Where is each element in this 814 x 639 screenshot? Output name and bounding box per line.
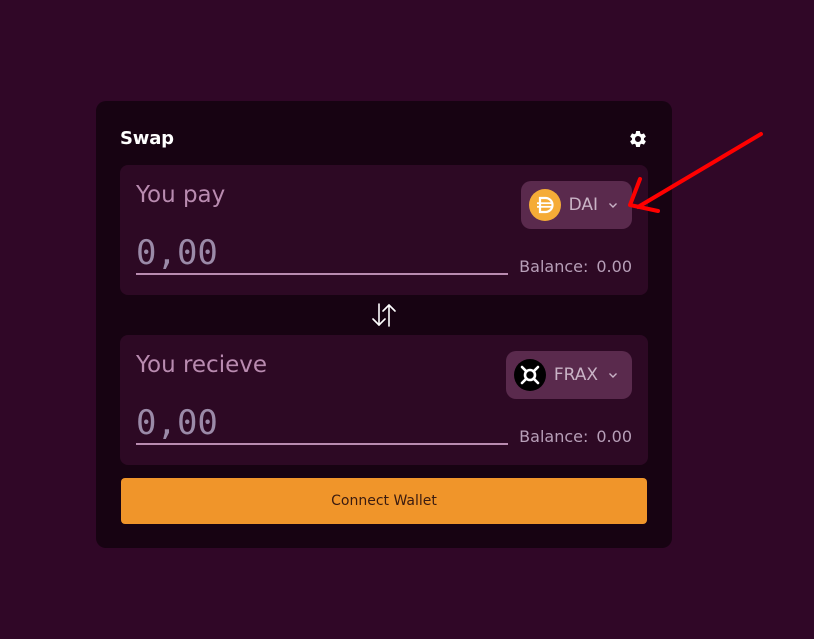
- receive-panel: You recieve FRAX Balanc: [120, 335, 648, 465]
- receive-balance-label: Balance:: [519, 427, 589, 446]
- chevron-down-icon: [609, 203, 617, 208]
- connect-wallet-button[interactable]: Connect Wallet: [121, 478, 647, 524]
- card-title: Swap: [120, 128, 174, 149]
- receive-balance: Balance: 0.00: [519, 427, 632, 446]
- pay-label: You pay: [136, 182, 226, 208]
- gear-icon[interactable]: [628, 129, 648, 149]
- receive-label: You recieve: [136, 352, 268, 378]
- swap-direction-icon[interactable]: [369, 301, 399, 329]
- pay-panel: You pay DAI Balance: 0.00: [120, 165, 648, 295]
- frax-icon: [513, 359, 546, 391]
- receive-amount-input[interactable]: [136, 405, 508, 445]
- pay-token-select[interactable]: DAI: [520, 181, 632, 229]
- receive-token-select[interactable]: FRAX: [505, 351, 632, 399]
- pay-balance-value: 0.00: [596, 257, 632, 276]
- dai-icon: [528, 189, 561, 221]
- receive-token-symbol: FRAX: [553, 365, 598, 385]
- pay-token-symbol: DAI: [568, 195, 598, 215]
- pay-amount-input[interactable]: [136, 235, 508, 275]
- pay-balance: Balance: 0.00: [519, 257, 632, 276]
- swap-card: Swap You pay DAI Balance: 0.00: [96, 101, 672, 548]
- chevron-down-icon: [609, 373, 617, 378]
- pay-balance-label: Balance:: [519, 257, 589, 276]
- receive-balance-value: 0.00: [596, 427, 632, 446]
